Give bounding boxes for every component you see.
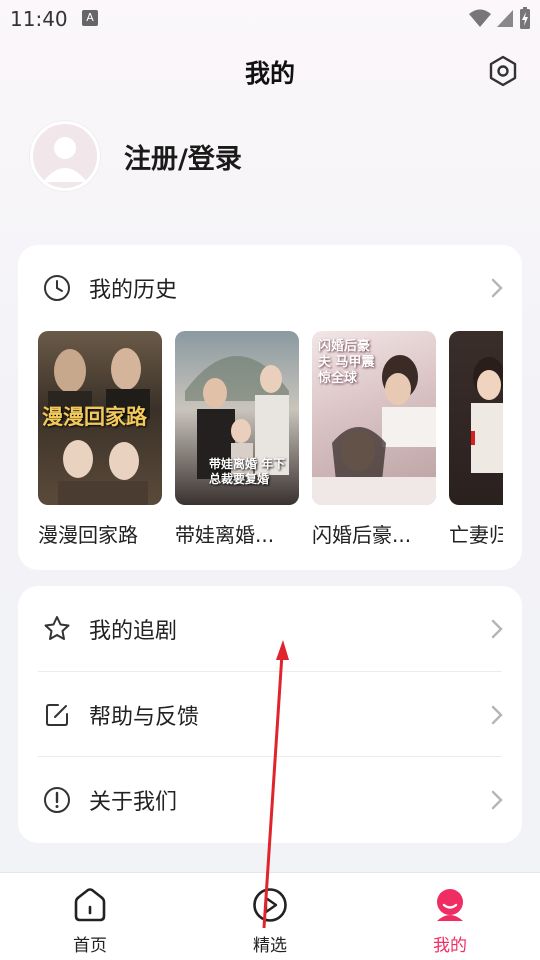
title-bar: 我的 (0, 44, 540, 94)
history-item-title: 带娃离婚... (175, 523, 275, 547)
history-item[interactable]: 漫漫回家路 漫漫回家路 (38, 331, 162, 548)
menu-item-label: 帮助与反馈 (89, 705, 200, 730)
menu-item-my-drama[interactable]: 我的追剧 (18, 586, 522, 672)
poster-title: 带娃离婚 年下总裁要复婚 (209, 457, 286, 486)
history-header[interactable]: 我的历史 (18, 245, 522, 331)
tab-label: 我的 (433, 936, 467, 956)
poster-title: 漫漫回家路 (42, 404, 147, 429)
clock-icon (44, 275, 70, 301)
history-list: 漫漫回家路 漫漫回家路 带娃离婚 年下总裁要复婚 带娃离婚... 闪婚后豪夫 马… (38, 331, 503, 551)
menu-item-label: 关于我们 (89, 790, 178, 815)
tab-featured[interactable]: 精选 (210, 885, 330, 956)
history-item-title: 闪婚后豪... (312, 523, 412, 547)
profile-icon (437, 889, 463, 921)
avatar[interactable] (30, 121, 100, 191)
profile-login[interactable]: 注册/登录 (30, 120, 242, 192)
menu-item-about-us[interactable]: 关于我们 (18, 757, 522, 843)
edit-icon (46, 704, 68, 726)
signal-icon (497, 10, 513, 27)
settings-icon[interactable] (486, 54, 520, 88)
menu-item-help-feedback[interactable]: 帮助与反馈 (18, 672, 522, 758)
notification-icon: A (82, 10, 98, 26)
history-item-title: 漫漫回家路 (38, 523, 138, 547)
poster-title: 闪婚后豪夫 马甲震惊全球 (318, 339, 375, 386)
status-icons (468, 6, 532, 30)
status-time: 11:40 (10, 7, 68, 31)
default-avatar-icon (43, 137, 87, 182)
history-item[interactable]: 闪婚后豪夫 马甲震惊全球 闪婚后豪... (312, 331, 436, 548)
history-poster[interactable]: 闪婚后豪夫 马甲震惊全球 (312, 331, 436, 505)
star-icon (44, 616, 70, 640)
history-item[interactable]: 带娃离婚 年下总裁要复婚 带娃离婚... (175, 331, 299, 548)
chevron-right-icon (491, 278, 503, 298)
poster-art (471, 357, 503, 473)
tab-label: 首页 (73, 936, 107, 956)
chevron-right-icon (491, 705, 503, 725)
wifi-icon (469, 9, 491, 27)
status-bar: 11:40 A (0, 0, 540, 36)
info-icon (44, 787, 70, 813)
home-icon (74, 888, 106, 922)
tab-label: 精选 (253, 936, 287, 956)
menu-card: 我的追剧 帮助与反馈 关于我们 (18, 586, 522, 843)
battery-icon (520, 7, 530, 29)
login-register-link[interactable]: 注册/登录 (124, 137, 242, 176)
history-poster[interactable] (449, 331, 503, 505)
history-item-title: 亡妻归 (449, 523, 503, 547)
tab-home[interactable]: 首页 (30, 885, 150, 956)
history-item[interactable]: 亡妻归 (449, 331, 503, 548)
tab-mine[interactable]: 我的 (390, 885, 510, 956)
chevron-right-icon (491, 790, 503, 810)
page-title: 我的 (244, 59, 295, 88)
history-poster[interactable]: 漫漫回家路 (38, 331, 162, 505)
history-title: 我的历史 (89, 278, 178, 303)
play-icon (253, 888, 287, 922)
menu-item-label: 我的追剧 (89, 619, 178, 644)
chevron-right-icon (491, 619, 503, 639)
history-poster[interactable]: 带娃离婚 年下总裁要复婚 (175, 331, 299, 505)
history-card: 我的历史 漫漫回家路 漫漫回家路 带娃离婚 年下总裁要复婚 带娃离婚... 闪婚… (18, 245, 522, 570)
bottom-tab-bar: 首页 精选 我的 (0, 872, 540, 960)
